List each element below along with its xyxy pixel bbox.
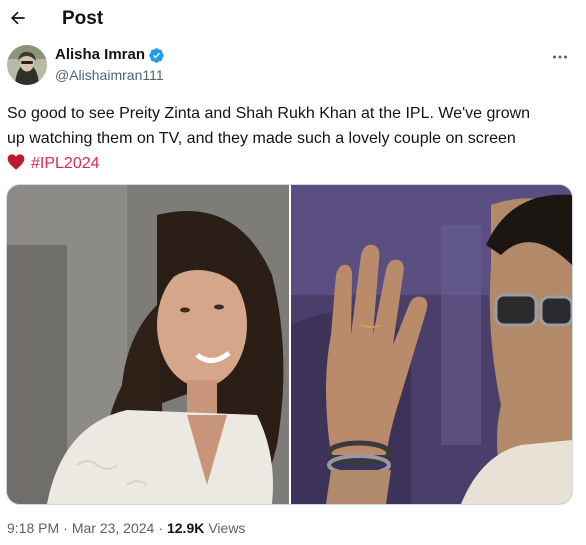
views-label: Views <box>208 520 246 536</box>
tweet-date[interactable]: Mar 23, 2024 <box>72 520 155 536</box>
meta-separator: · <box>158 520 163 536</box>
tweet-text: So good to see Preity Zinta and Shah Ruk… <box>7 101 579 176</box>
meta-separator: · <box>63 520 68 536</box>
display-name[interactable]: Alisha Imran <box>55 46 145 64</box>
photo-1[interactable] <box>7 185 289 504</box>
avatar[interactable] <box>7 45 47 85</box>
more-options-button[interactable] <box>548 49 572 65</box>
avatar-image <box>7 45 47 85</box>
more-horizontal-icon <box>553 55 567 59</box>
photo-2[interactable] <box>291 185 572 504</box>
tweet-time[interactable]: 9:18 PM <box>7 520 59 536</box>
views-count: 12.9K <box>166 520 205 536</box>
tweet-text-line-1: So good to see Preity Zinta and Shah Ruk… <box>7 105 531 122</box>
author-name-row: Alisha Imran <box>55 46 165 64</box>
red-heart-icon <box>7 154 25 170</box>
hashtag-link[interactable]: #IPL2024 <box>31 155 100 172</box>
verified-badge-icon <box>149 47 164 63</box>
page-title: Post <box>62 8 104 29</box>
photo-man-waving-sunglasses <box>291 185 572 504</box>
tweet-text-line-3: #IPL2024 <box>7 151 579 176</box>
back-button[interactable] <box>6 6 30 30</box>
arrow-left-icon <box>11 11 25 25</box>
media-grid <box>6 184 573 505</box>
post-header: Post <box>0 0 586 38</box>
author-handle[interactable]: @Alishaimran111 <box>55 67 164 83</box>
tweet-meta: 9:18 PM · Mar 23, 2024 · 12.9K Views <box>7 520 245 536</box>
tweet-text-line-2: up watching them on TV, and they made su… <box>7 130 516 147</box>
photo-woman-smiling <box>7 185 289 504</box>
